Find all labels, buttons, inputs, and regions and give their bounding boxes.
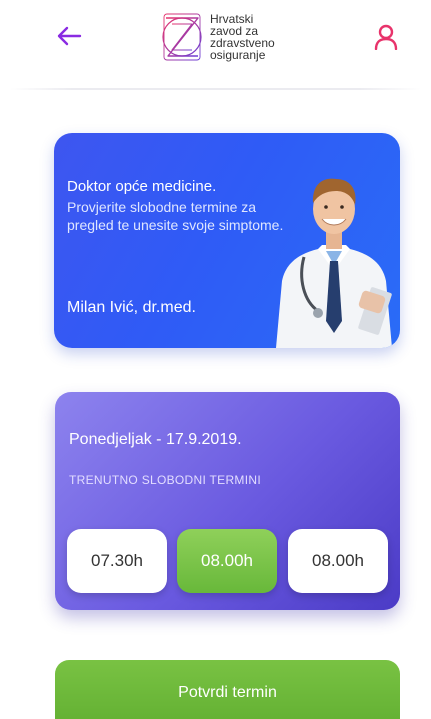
- doctor-specialty: Doktor opće medicine.: [67, 178, 217, 195]
- doctor-photo: [276, 178, 392, 348]
- time-slot-button-selected[interactable]: 08.00h: [177, 529, 277, 593]
- doctor-description: Provjerite slobodne termine za pregled t…: [67, 199, 284, 233]
- header: Hrvatski zavod za zdravstveno osiguranje: [0, 0, 431, 84]
- doctor-name: Milan Ivić, dr.med.: [67, 299, 196, 316]
- appointment-date: Ponedjeljak - 17.9.2019.: [69, 431, 242, 448]
- logo-line: osiguranje: [210, 48, 266, 62]
- header-divider: [10, 88, 421, 90]
- available-slots-label: TRENUTNO SLOBODNI TERMINI: [69, 473, 261, 487]
- appointment-card: Ponedjeljak - 17.9.2019. TRENUTNO SLOBOD…: [55, 392, 400, 610]
- logo-text: Hrvatski zavod za zdravstveno osiguranje: [210, 13, 292, 61]
- user-icon: [374, 24, 398, 50]
- hzzo-logo: Hrvatski zavod za zdravstveno osiguranje: [160, 8, 292, 66]
- time-slot-button[interactable]: 07.30h: [67, 529, 167, 593]
- appointment-screen: Hrvatski zavod za zdravstveno osiguranje…: [0, 0, 431, 719]
- hzzo-logo-mark-icon: [162, 13, 202, 61]
- arrow-left-icon: [57, 26, 82, 46]
- doctor-card[interactable]: Doktor opće medicine. Provjerite slobodn…: [54, 133, 400, 348]
- confirm-appointment-button[interactable]: Potvrdi termin: [55, 660, 400, 719]
- back-button[interactable]: [52, 22, 86, 50]
- profile-button[interactable]: [371, 22, 401, 52]
- time-slot-button[interactable]: 08.00h: [288, 529, 388, 593]
